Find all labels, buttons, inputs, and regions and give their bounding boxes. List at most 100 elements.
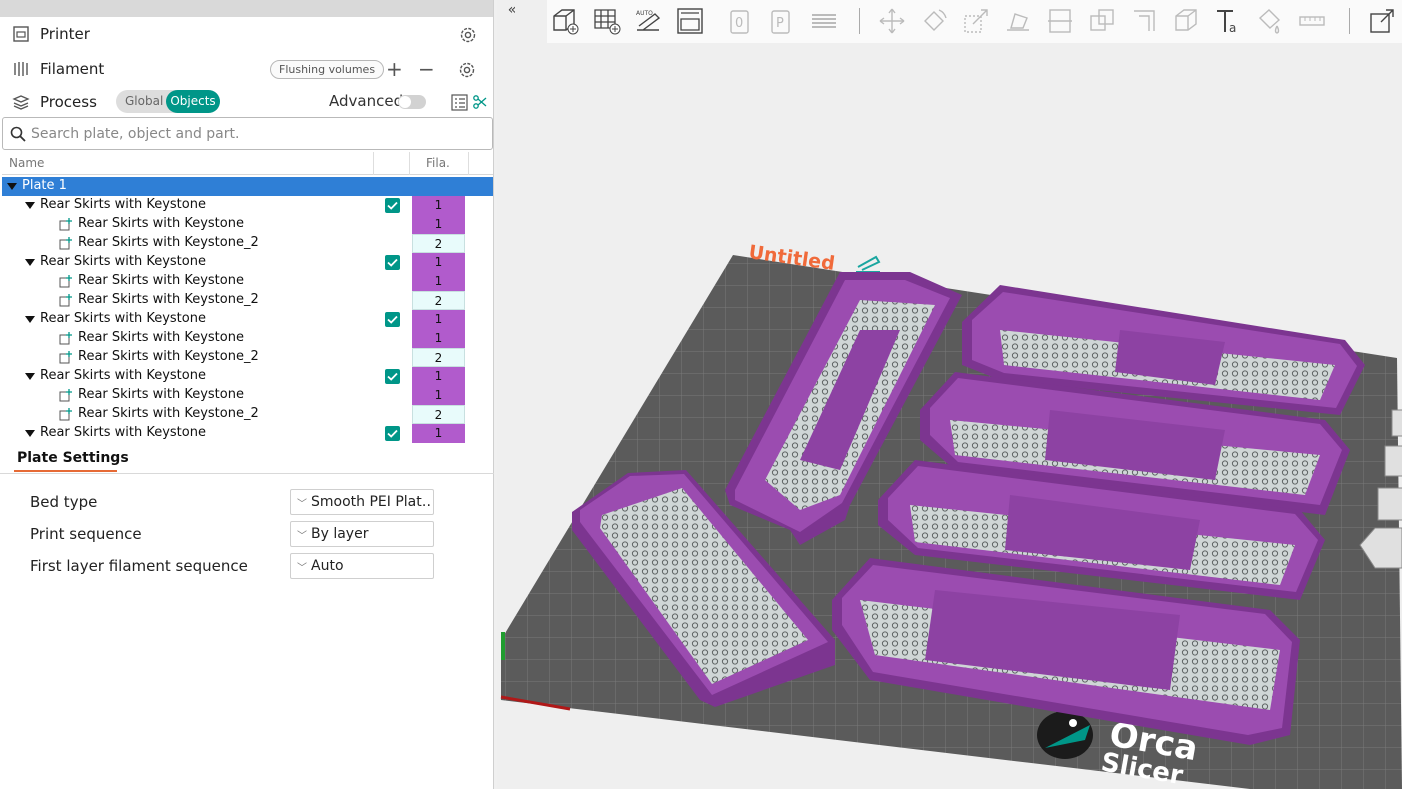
text-icon[interactable]: a: [1213, 6, 1243, 36]
svg-text:a: a: [1229, 21, 1236, 35]
filament-cell[interactable]: 1: [412, 215, 465, 234]
filament-cell[interactable]: 1: [412, 424, 465, 443]
filament-cell[interactable]: 2: [412, 348, 465, 367]
bed-type-select[interactable]: ﹀ Smooth PEI Plat…: [290, 489, 434, 515]
flushing-volumes-button[interactable]: Flushing volumes: [270, 60, 385, 79]
add-object-icon[interactable]: [550, 6, 580, 36]
search-input[interactable]: [31, 123, 471, 145]
filament-cell[interactable]: 1: [412, 253, 465, 272]
cut-icon[interactable]: [1045, 6, 1075, 36]
tree-row-part[interactable]: Rear Skirts with Keystone_2 2: [2, 348, 493, 367]
printer-label: Printer: [40, 25, 90, 43]
filament-cell[interactable]: 1: [412, 367, 465, 386]
split-objects-icon[interactable]: 0: [725, 6, 755, 36]
filament-cell[interactable]: 1: [412, 329, 465, 348]
tree-row-object[interactable]: Rear Skirts with Keystone 1: [2, 310, 493, 329]
expand-arrow-icon[interactable]: [7, 183, 17, 190]
global-toggle-option[interactable]: Global: [125, 94, 163, 108]
tree-row-part[interactable]: Rear Skirts with Keystone 1: [2, 272, 493, 291]
process-layers-icon: [12, 95, 30, 110]
svg-text:P: P: [776, 16, 784, 31]
list-view-icon[interactable]: [451, 94, 468, 111]
filament-icon: [14, 62, 28, 76]
object-visible-checkbox[interactable]: [385, 312, 400, 327]
add-filament-button[interactable]: +: [386, 58, 403, 80]
filament-cell[interactable]: 2: [412, 405, 465, 424]
filament-settings-gear-icon[interactable]: [458, 61, 476, 79]
object-visible-checkbox[interactable]: [385, 426, 400, 441]
tree-header: Name Fila.: [2, 152, 493, 175]
tree-row-plate[interactable]: Plate 1: [2, 177, 493, 196]
lay-on-face-icon[interactable]: [1003, 6, 1033, 36]
filament-cell[interactable]: 1: [412, 310, 465, 329]
object-visible-checkbox[interactable]: [385, 198, 400, 213]
compare-icon[interactable]: [472, 94, 488, 110]
layers-editing-icon[interactable]: [809, 6, 839, 36]
filament-cell[interactable]: 1: [412, 272, 465, 291]
3d-viewport[interactable]: Untitled Orca Slicer « AUTO 0 P a: [497, 0, 1402, 789]
first-layer-sequence-value: Auto: [311, 558, 344, 574]
expand-arrow-icon[interactable]: [25, 316, 35, 323]
filament-cell[interactable]: 1: [412, 386, 465, 405]
part-icon: [59, 275, 72, 288]
assembly-view-icon[interactable]: [1367, 6, 1397, 36]
part-label: Rear Skirts with Keystone_2: [78, 235, 259, 250]
object-search[interactable]: [2, 117, 493, 150]
tree-row-part[interactable]: Rear Skirts with Keystone 1: [2, 329, 493, 348]
expand-arrow-icon[interactable]: [25, 373, 35, 380]
filament-cell[interactable]: 2: [412, 291, 465, 310]
rotate-icon[interactable]: [919, 6, 949, 36]
collapse-sidebar-button[interactable]: «: [501, 2, 523, 22]
filament-column-header[interactable]: Fila.: [426, 156, 450, 170]
tree-row-part[interactable]: Rear Skirts with Keystone_2 2: [2, 234, 493, 253]
printer-settings-gear-icon[interactable]: [459, 26, 477, 44]
first-layer-sequence-select[interactable]: ﹀ Auto: [290, 553, 434, 579]
auto-orient-icon[interactable]: AUTO: [633, 6, 663, 36]
plate-settings-tab[interactable]: Plate Settings: [17, 450, 129, 466]
toolbar-separator: [1349, 8, 1350, 34]
arrange-icon[interactable]: [675, 6, 705, 36]
tree-row-part[interactable]: Rear Skirts with Keystone 1: [2, 386, 493, 405]
advanced-switch[interactable]: [398, 95, 426, 109]
printer-section[interactable]: Printer: [0, 17, 494, 51]
move-icon[interactable]: [877, 6, 907, 36]
support-painting-icon[interactable]: [1129, 6, 1159, 36]
measure-icon[interactable]: [1297, 6, 1327, 36]
boolean-icon[interactable]: [1087, 6, 1117, 36]
expand-arrow-icon[interactable]: [25, 430, 35, 437]
edit-plate-name-icon[interactable]: [856, 255, 881, 273]
process-scope-toggle[interactable]: Global Objects: [116, 90, 220, 113]
seam-painting-icon[interactable]: [1171, 6, 1201, 36]
remove-filament-button[interactable]: −: [418, 58, 435, 80]
add-plate-icon[interactable]: [592, 6, 622, 36]
tree-row-object[interactable]: Rear Skirts with Keystone 1: [2, 367, 493, 386]
part-icon: [59, 332, 72, 345]
tree-row-object[interactable]: Rear Skirts with Keystone 1: [2, 424, 493, 443]
print-sequence-select[interactable]: ﹀ By layer: [290, 521, 434, 547]
filament-cell[interactable]: 1: [412, 196, 465, 215]
tree-row-object[interactable]: Rear Skirts with Keystone 1: [2, 196, 493, 215]
advanced-switch-knob: [399, 96, 411, 108]
tree-row-object[interactable]: Rear Skirts with Keystone 1: [2, 253, 493, 272]
color-painting-icon[interactable]: [1255, 6, 1285, 36]
column-divider: [409, 152, 410, 175]
object-visible-checkbox[interactable]: [385, 369, 400, 384]
expand-arrow-icon[interactable]: [25, 259, 35, 266]
scale-icon[interactable]: [961, 6, 991, 36]
search-icon: [10, 126, 26, 142]
split-parts-icon[interactable]: P: [766, 6, 796, 36]
tree-row-part[interactable]: Rear Skirts with Keystone_2 2: [2, 405, 493, 424]
tree-row-part[interactable]: Rear Skirts with Keystone 1: [2, 215, 493, 234]
filament-cell[interactable]: 2: [412, 234, 465, 253]
plate-scene[interactable]: Untitled Orca Slicer: [497, 0, 1402, 789]
object-visible-checkbox[interactable]: [385, 255, 400, 270]
expand-arrow-icon[interactable]: [25, 202, 35, 209]
objects-toggle-option[interactable]: Objects: [166, 90, 220, 113]
object-label: Rear Skirts with Keystone: [40, 254, 206, 269]
part-label: Rear Skirts with Keystone: [78, 216, 244, 231]
part-icon: [59, 294, 72, 307]
tree-row-part[interactable]: Rear Skirts with Keystone_2 2: [2, 291, 493, 310]
name-column-header[interactable]: Name: [9, 156, 44, 170]
svg-text:AUTO: AUTO: [636, 10, 653, 17]
process-label: Process: [40, 93, 97, 111]
